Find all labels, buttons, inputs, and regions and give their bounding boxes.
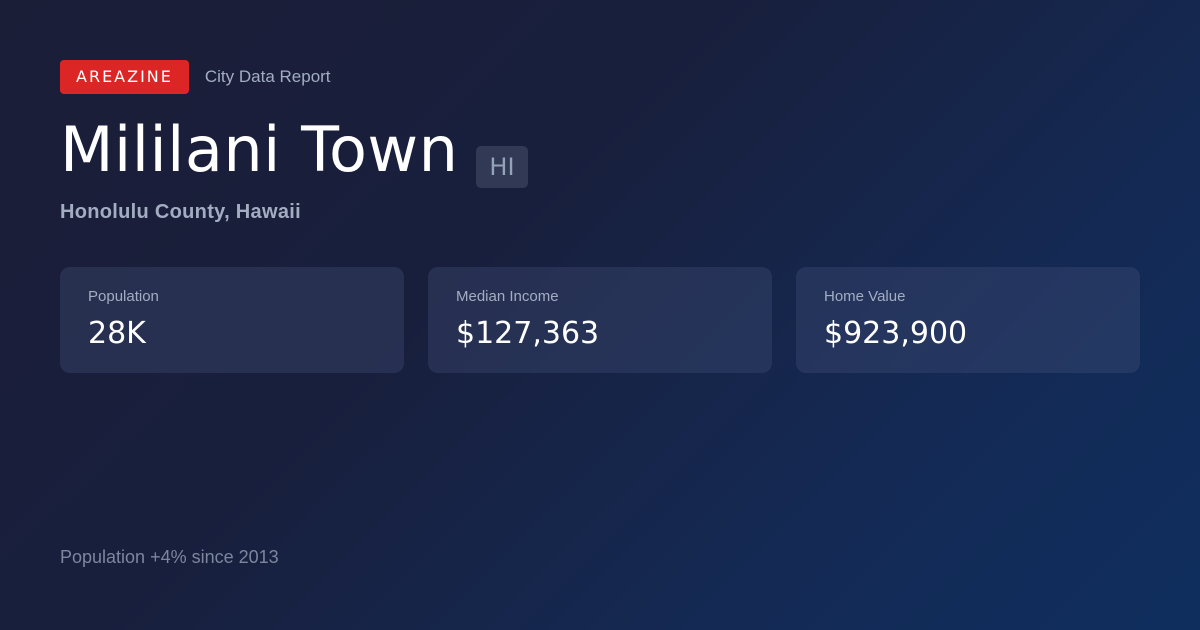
city-title: Mililani Town [60, 113, 459, 186]
brand-header: AREAZINE City Data Report [60, 60, 331, 94]
stat-label: Population [88, 288, 159, 305]
stat-value: $127,363 [456, 316, 600, 351]
stat-label: Home Value [824, 288, 906, 305]
population-trend-note: Population +4% since 2013 [60, 547, 279, 567]
stats-row: Population 28K Median Income $127,363 Ho… [60, 267, 1140, 373]
stat-card-home-value: Home Value $923,900 [796, 267, 1140, 373]
stat-label: Median Income [456, 288, 559, 305]
stat-value: $923,900 [824, 316, 968, 351]
state-badge: HI [476, 146, 528, 188]
stat-card-population: Population 28K [60, 267, 404, 373]
county-subtitle: Honolulu County, Hawaii [60, 201, 301, 223]
stat-card-median-income: Median Income $127,363 [428, 267, 772, 373]
stat-value: 28K [88, 316, 146, 351]
report-type-label: City Data Report [204, 67, 331, 86]
title-row: Mililani Town HI [60, 112, 528, 188]
city-report-card: AREAZINE City Data Report Mililani Town … [0, 0, 1200, 630]
brand-logo: AREAZINE [60, 60, 189, 94]
